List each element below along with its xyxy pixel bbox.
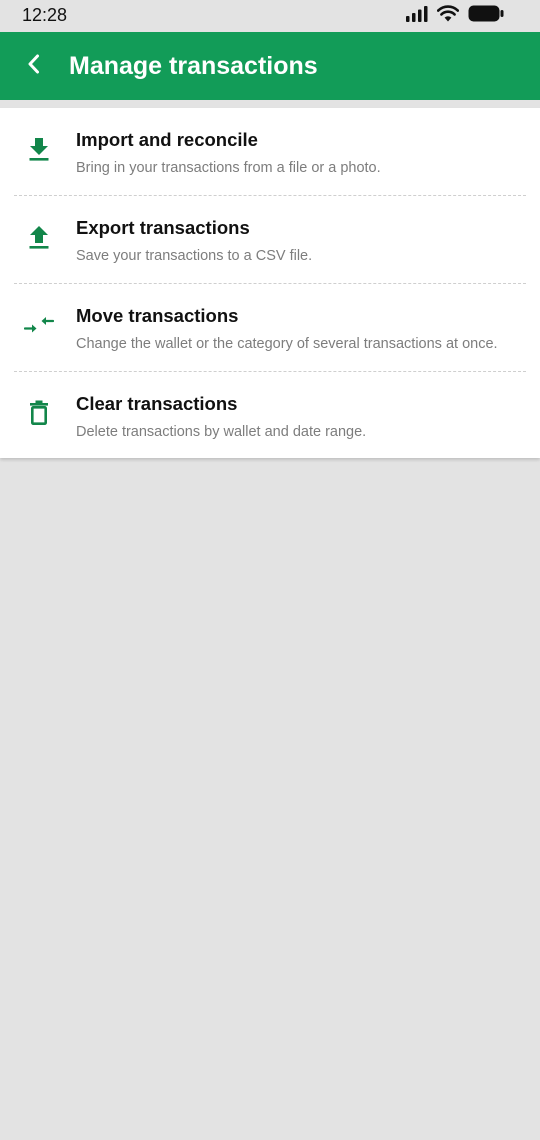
trash-icon	[24, 398, 54, 428]
battery-icon	[468, 5, 504, 27]
move-arrows-icon	[24, 310, 54, 340]
menu-card: Import and reconcile Bring in your trans…	[0, 108, 540, 458]
status-icons	[406, 5, 504, 27]
toolbar-gap	[0, 100, 540, 108]
back-button[interactable]	[14, 46, 54, 86]
clear-transactions-item[interactable]: Clear transactions Delete transactions b…	[0, 372, 540, 460]
wifi-icon	[436, 5, 460, 27]
menu-item-subtitle: Bring in your transactions from a file o…	[76, 160, 381, 176]
export-transactions-item[interactable]: Export transactions Save your transactio…	[0, 196, 540, 284]
import-and-reconcile-item[interactable]: Import and reconcile Bring in your trans…	[0, 108, 540, 196]
menu-item-subtitle: Change the wallet or the category of sev…	[76, 336, 498, 352]
menu-item-title: Import and reconcile	[76, 129, 258, 150]
signal-icon	[406, 5, 428, 27]
menu-item-subtitle: Delete transactions by wallet and date r…	[76, 424, 367, 440]
page-title: Manage transactions	[69, 52, 318, 80]
menu-item-title: Export transactions	[76, 217, 250, 238]
status-time: 12:28	[22, 5, 68, 25]
upload-icon	[24, 222, 54, 252]
move-transactions-item[interactable]: Move transactions Change the wallet or t…	[0, 284, 540, 372]
chevron-left-icon	[26, 53, 42, 80]
app-bar: Manage transactions	[0, 32, 540, 100]
download-icon	[24, 134, 54, 164]
menu-item-title: Move transactions	[76, 305, 239, 326]
menu-item-subtitle: Save your transactions to a CSV file.	[76, 248, 313, 264]
menu-item-title: Clear transactions	[76, 393, 238, 414]
status-bar: 12:28	[0, 0, 540, 32]
